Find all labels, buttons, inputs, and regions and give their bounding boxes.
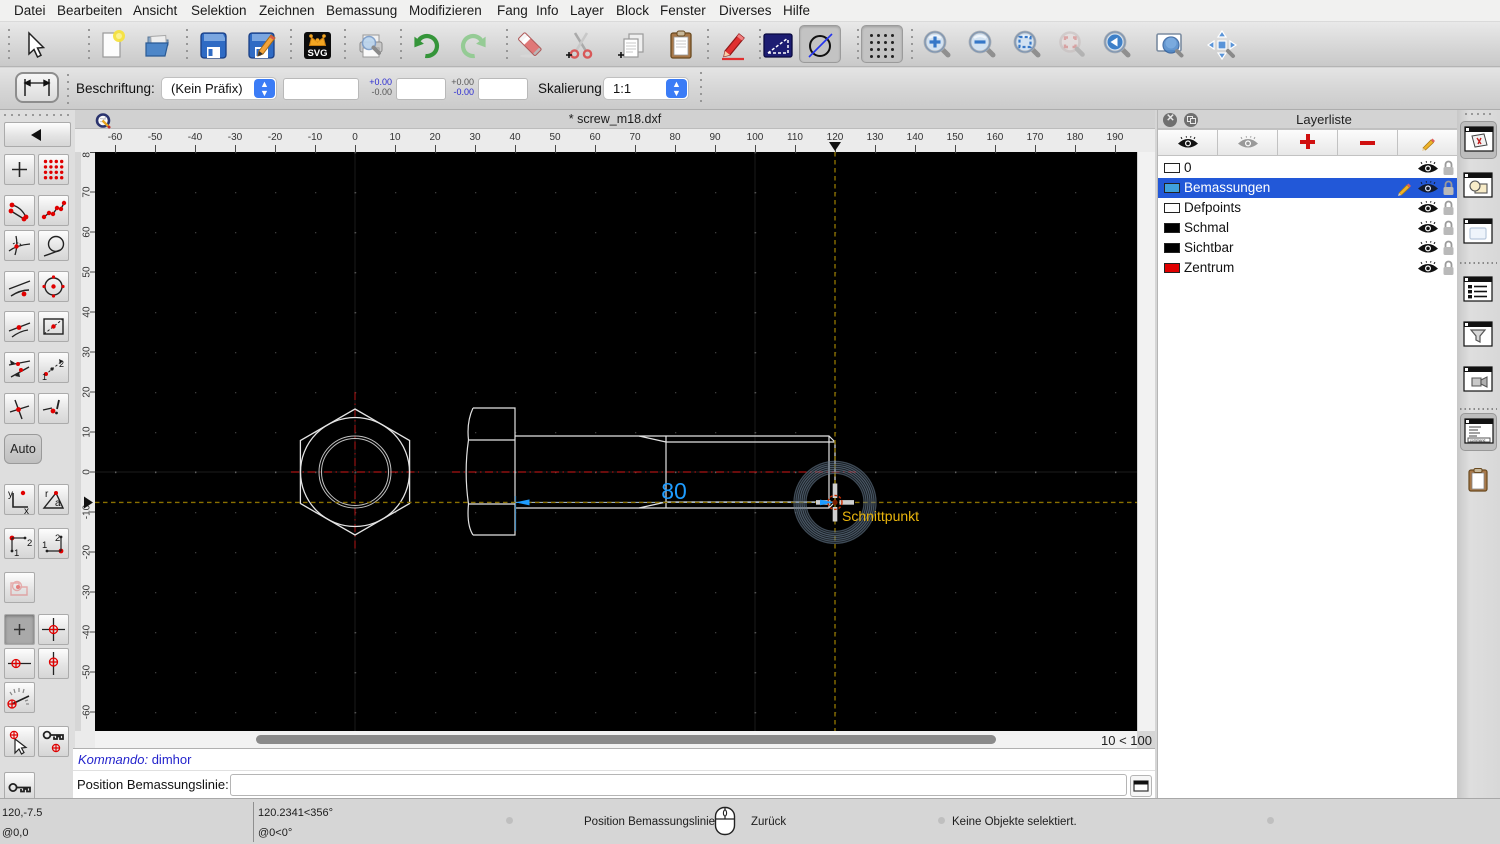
svg-text:-60: -60 xyxy=(82,704,93,719)
svg-text:1: 1 xyxy=(42,540,47,551)
svg-text:60: 60 xyxy=(82,226,93,238)
svg-text:80: 80 xyxy=(82,152,93,158)
svg-text:x: x xyxy=(24,506,29,514)
svg-text:Schnittpunkt: Schnittpunkt xyxy=(842,508,919,524)
svg-text:-30: -30 xyxy=(82,584,93,599)
svg-text:-40: -40 xyxy=(82,624,93,639)
svg-text:50: 50 xyxy=(82,266,93,278)
svg-text:-10: -10 xyxy=(82,504,93,519)
svg-text:-50: -50 xyxy=(82,664,93,679)
svg-text:SVG: SVG xyxy=(307,48,327,59)
svg-text:80: 80 xyxy=(661,478,687,504)
svg-text:r: r xyxy=(45,489,49,500)
svg-text:1: 1 xyxy=(42,372,47,382)
svg-text:a: a xyxy=(55,498,61,509)
svg-text:70: 70 xyxy=(82,186,93,198)
svg-text:10: 10 xyxy=(82,426,93,438)
svg-text:20: 20 xyxy=(82,386,93,398)
svg-text:y: y xyxy=(8,489,13,500)
svg-text:2: 2 xyxy=(59,359,64,369)
svg-text:2: 2 xyxy=(55,533,60,544)
svg-text:0: 0 xyxy=(82,469,93,475)
svg-text:command: command xyxy=(1470,439,1485,443)
svg-text:1: 1 xyxy=(14,548,19,558)
svg-text:-20: -20 xyxy=(82,544,93,559)
svg-text:40: 40 xyxy=(82,306,93,318)
svg-text:30: 30 xyxy=(82,346,93,358)
svg-text:2: 2 xyxy=(27,538,32,549)
